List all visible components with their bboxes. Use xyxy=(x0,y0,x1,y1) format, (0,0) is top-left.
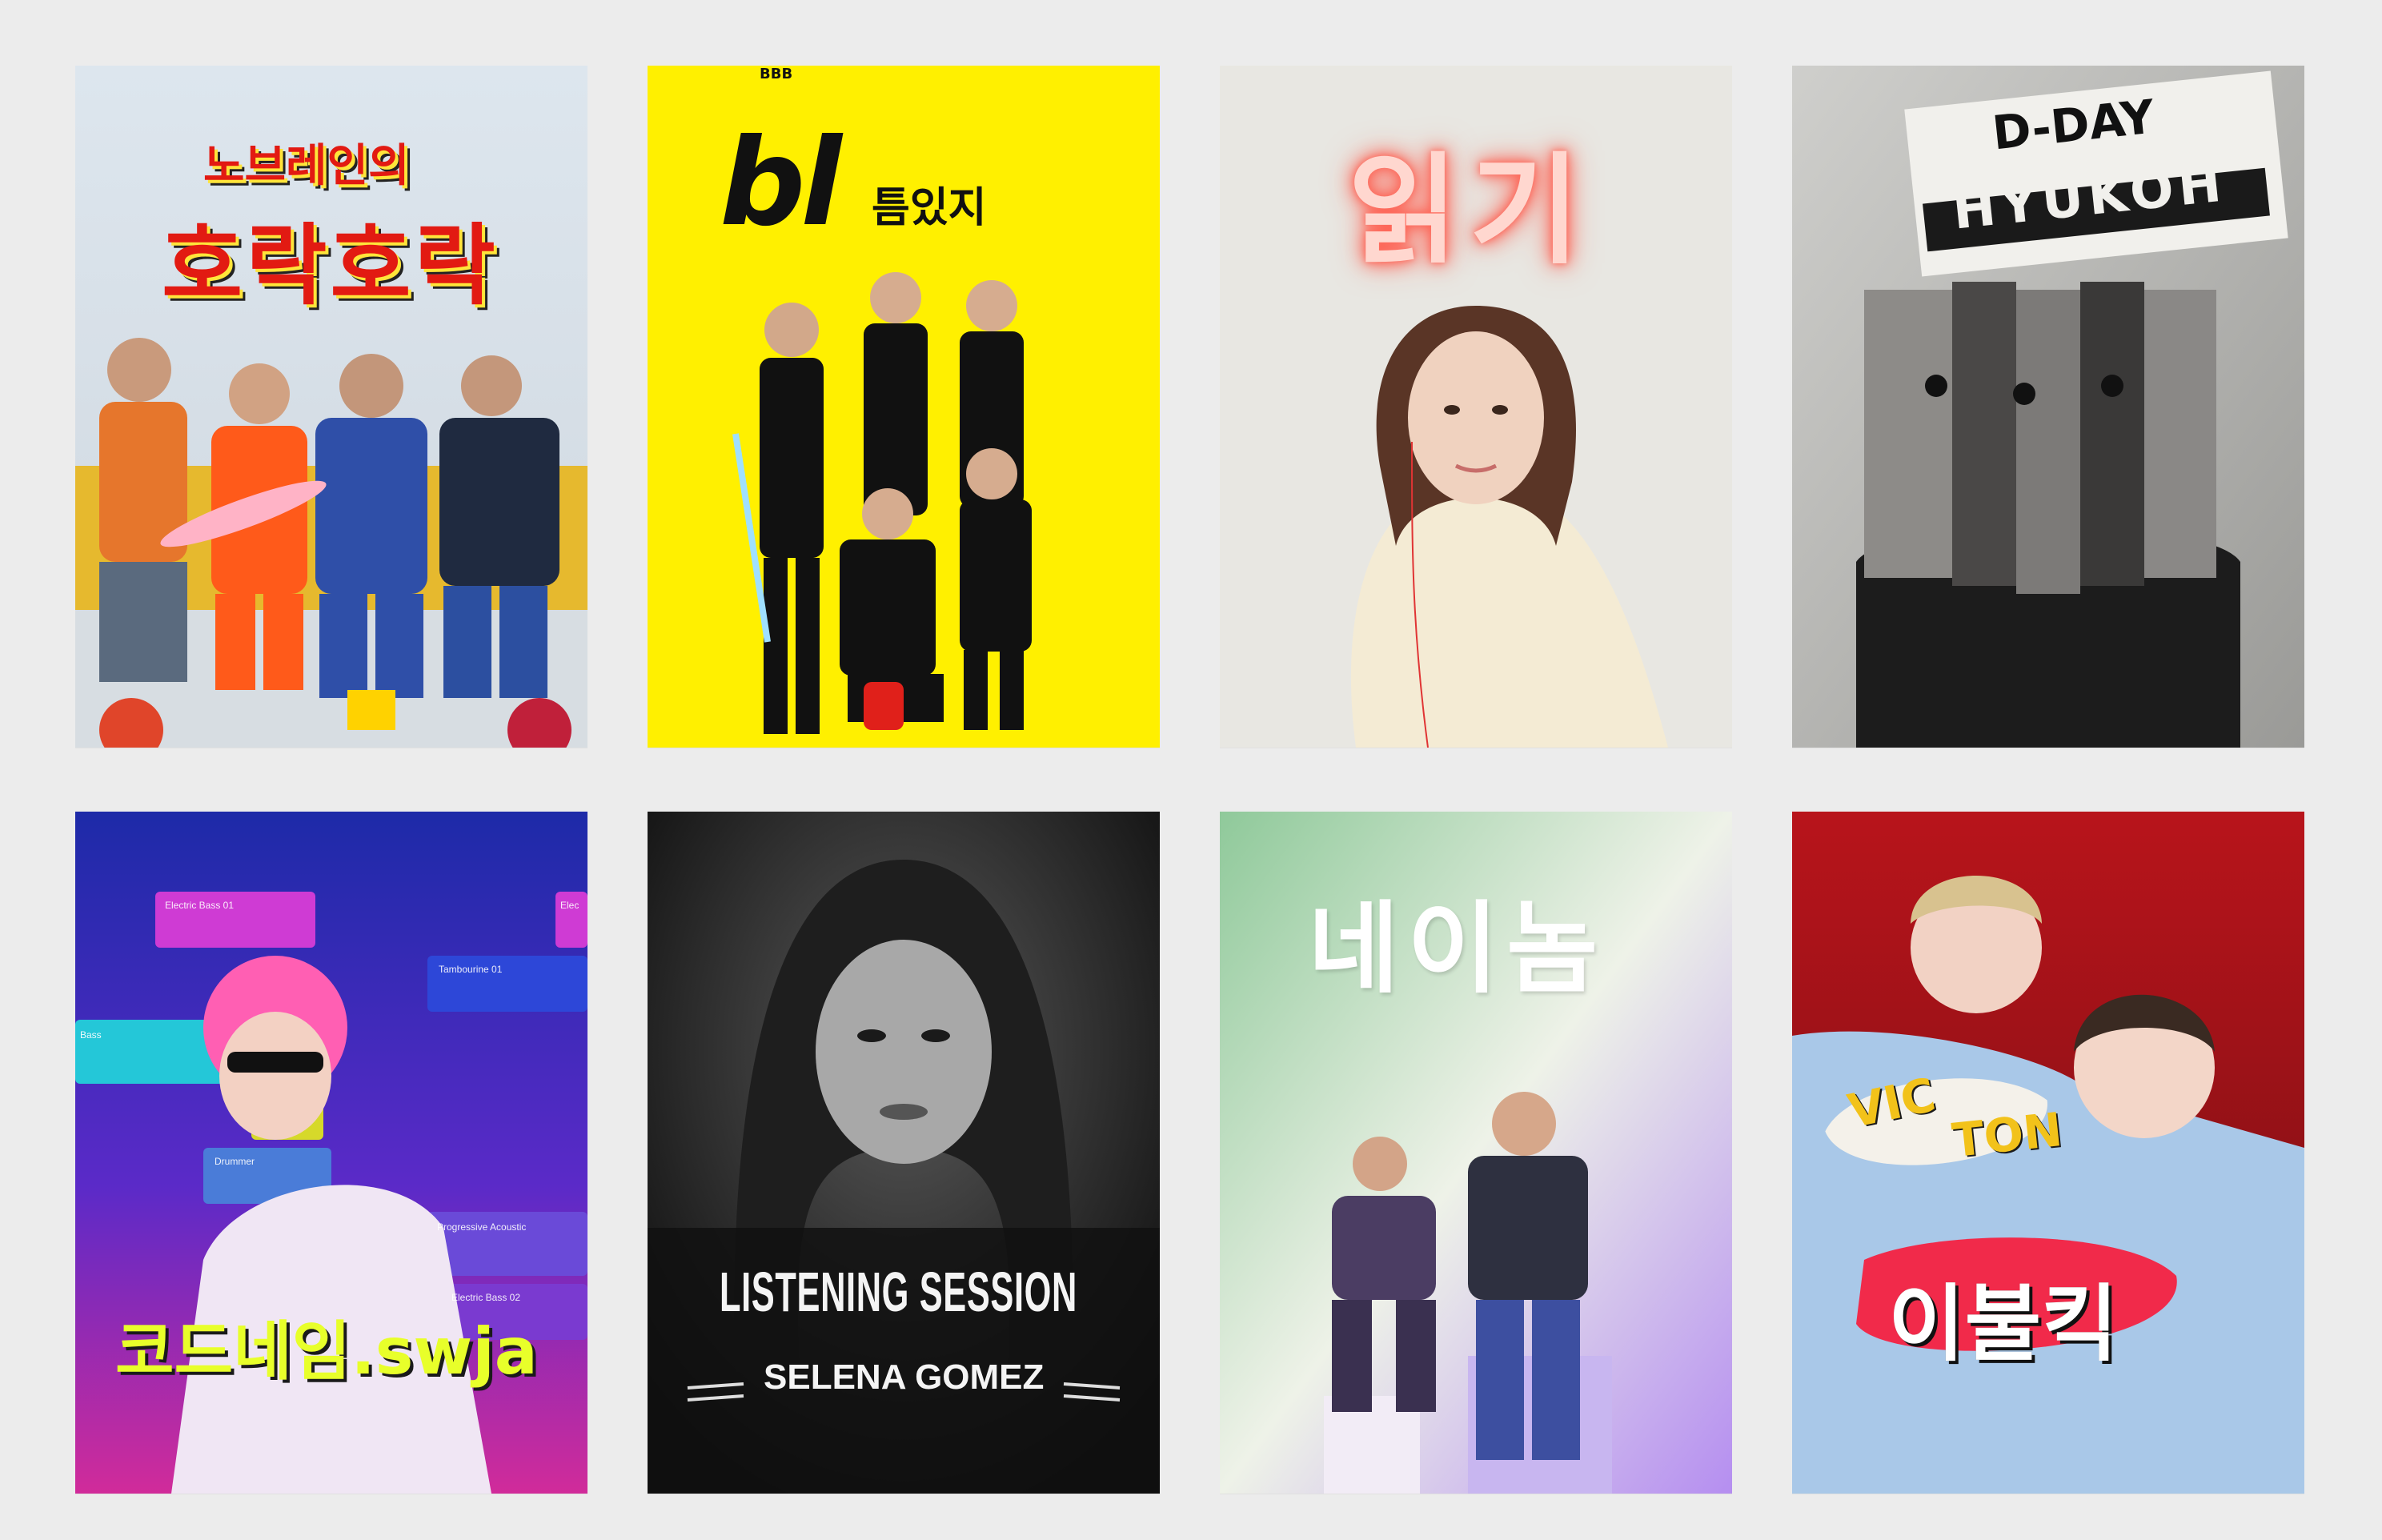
poster-hyukoh-dday[interactable]: D-DAY HYUKOH xyxy=(1792,66,2304,748)
poster-1-title-line1: 노브레인의 xyxy=(203,140,410,192)
poster-2-title-big: bl xyxy=(720,114,842,253)
poster-5-track-1: Electric Bass 01 xyxy=(165,900,235,911)
poster-2-title-small: 틈있지 xyxy=(872,184,987,232)
poster-1-title-line2: 호락호락 xyxy=(162,215,499,317)
poster-5-track-4: Drummer xyxy=(215,1156,255,1167)
poster-listening-session[interactable]: LISTENING SESSION SELENA GOMEZ xyxy=(648,812,1160,1494)
poster-reading-neon[interactable]: 읽기 xyxy=(1220,66,1732,748)
poster-5-track-2: Tambourine 01 xyxy=(439,964,503,975)
poster-4-art xyxy=(1792,66,2304,748)
poster-6-title-line2: SELENA GOMEZ xyxy=(764,1358,1045,1397)
poster-7-title: 네이놈 xyxy=(1308,892,1606,1007)
poster-codename-swja[interactable]: Electric Bass 01 Tambourine 01 Bass Drum… xyxy=(75,812,587,1494)
poster-itzy-bl[interactable]: bl 틈있지 BBB xyxy=(648,66,1160,748)
poster-2-logo-small: BBB xyxy=(760,66,793,82)
poster-5-title: 코드네임.swja xyxy=(115,1314,538,1389)
poster-5-track-3: Bass xyxy=(80,1029,102,1041)
poster-5-track-7: Elec xyxy=(560,900,579,911)
poster-5-track-5: Progressive Acoustic xyxy=(437,1221,527,1233)
poster-nobrain-horakhorak[interactable]: 노브레인의 호락호락 xyxy=(75,66,587,748)
poster-3-title: 읽기 xyxy=(1348,142,1592,281)
poster-6-title-line1: LISTENING SESSION xyxy=(720,1261,1078,1323)
poster-neinom[interactable]: 네이놈 xyxy=(1220,812,1732,1494)
poster-victon-ibulkick[interactable]: VIC TON 이불킥 xyxy=(1792,812,2304,1494)
poster-8-title: 이불킥 xyxy=(1888,1275,2119,1373)
poster-8-logo-part2: TON xyxy=(1949,1102,2065,1168)
poster-grid: 노브레인의 호락호락 bl 틈있지 BBB 읽기 D-DAY HYUKOH El… xyxy=(11,6,2371,1534)
